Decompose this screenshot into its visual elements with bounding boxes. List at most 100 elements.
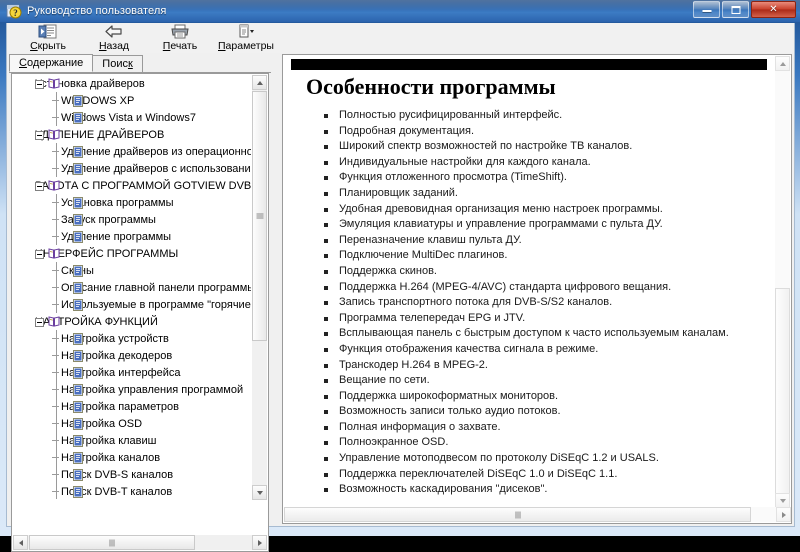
collapse-toggle-icon[interactable] bbox=[35, 131, 44, 140]
tree-item[interactable]: Настройка управления программой bbox=[13, 381, 251, 398]
tree-item[interactable]: Настройка декодеров bbox=[13, 347, 251, 364]
bullet-square-icon bbox=[324, 457, 328, 462]
tree-item[interactable]: Установка драйверов bbox=[13, 75, 251, 92]
tree-item[interactable]: Windows Vista и Windows7 bbox=[13, 109, 251, 126]
tree-vertical-scrollbar[interactable] bbox=[252, 75, 267, 500]
tree-scroll-down-button[interactable] bbox=[252, 485, 267, 500]
tree-item-label: Используемые в программе "горячие к bbox=[61, 298, 251, 311]
tree-scroll-right-button[interactable] bbox=[252, 535, 267, 550]
tree-scroll-up-button[interactable] bbox=[252, 75, 267, 90]
content-scroll-right-button[interactable] bbox=[776, 507, 791, 522]
close-button[interactable]: ✕ bbox=[751, 1, 796, 18]
content-horizontal-scrollbar[interactable] bbox=[284, 507, 791, 522]
content-vertical-scrollbar[interactable] bbox=[775, 56, 790, 508]
tree-item[interactable]: WINDOWS XP bbox=[13, 92, 251, 109]
toolbar-button-hide[interactable]: Скрыть bbox=[15, 23, 81, 54]
tree-item[interactable]: Удаление драйверов из операционной bbox=[13, 143, 251, 160]
chevron-up-icon bbox=[256, 80, 263, 85]
tree-item[interactable]: ИНТЕРФЕЙС ПРОГРАММЫ bbox=[13, 245, 251, 262]
tree-item[interactable]: Запуск программы bbox=[13, 211, 251, 228]
content-hscroll-thumb[interactable] bbox=[284, 507, 751, 522]
tree-item[interactable]: РАБОТА С ПРОГРАММОЙ GOTVIEW DVB bbox=[13, 177, 251, 194]
tree-connector-line bbox=[52, 270, 59, 271]
bullet-square-icon bbox=[324, 394, 328, 399]
feature-list-item: Подключение MultiDec плагинов. bbox=[324, 248, 774, 264]
collapse-toggle-icon[interactable] bbox=[35, 318, 44, 327]
tree-item[interactable]: Установка программы bbox=[13, 194, 251, 211]
toolbar-button-print[interactable]: Печать bbox=[147, 23, 213, 54]
collapse-toggle-icon[interactable] bbox=[35, 80, 44, 89]
feature-list-item-text: Поддержка переключателей DiSEqC 1.0 и Di… bbox=[339, 467, 618, 480]
maximize-button[interactable] bbox=[722, 1, 749, 18]
tree-item[interactable]: Настройка OSD bbox=[13, 415, 251, 432]
minimize-icon bbox=[702, 10, 711, 12]
page-icon bbox=[73, 231, 83, 243]
tree-item-label: Удаление драйверов из операционной bbox=[61, 145, 251, 158]
window-titlebar[interactable]: ? Руководство пользователя ✕ bbox=[0, 0, 800, 22]
tree-item[interactable]: Настройка каналов bbox=[13, 449, 251, 466]
bullet-square-icon bbox=[324, 347, 328, 352]
content-scroll-up-button[interactable] bbox=[775, 56, 790, 71]
tree-item[interactable]: Поиск DVB-T каналов bbox=[13, 483, 251, 499]
tree-connector-line bbox=[52, 423, 59, 424]
feature-list-item-text: Эмуляция клавиатуры и управление програм… bbox=[339, 218, 663, 231]
tree-item[interactable]: Поиск DVB-S каналов bbox=[13, 466, 251, 483]
tree-connector-line bbox=[52, 117, 59, 118]
minimize-button[interactable] bbox=[693, 1, 720, 18]
bullet-square-icon bbox=[324, 254, 328, 259]
feature-list-item: Планировщик заданий. bbox=[324, 186, 774, 202]
maximize-icon bbox=[731, 5, 740, 14]
bullet-square-icon bbox=[324, 425, 328, 430]
tree-item[interactable]: Настройка клавиш bbox=[13, 432, 251, 449]
tree-item[interactable]: Скины bbox=[13, 262, 251, 279]
feature-list: Полностью русифицированный интерфейс. Под… bbox=[324, 108, 774, 498]
toolbar-button-options[interactable]: Параметры bbox=[213, 23, 279, 54]
tree-item[interactable]: Удаление драйверов с использование bbox=[13, 160, 251, 177]
tree-item[interactable]: Удаление программы bbox=[13, 228, 251, 245]
pane-splitter[interactable] bbox=[273, 54, 281, 524]
toolbar-label-print: Печать bbox=[162, 40, 198, 52]
feature-list-item: Переназначение клавиш пульта ДУ. bbox=[324, 233, 774, 249]
feature-list-item: Полная информация о захвате. bbox=[324, 420, 774, 436]
tree-item[interactable]: Используемые в программе "горячие к bbox=[13, 296, 251, 313]
feature-list-item: Возможность каскадирования "дисеков". bbox=[324, 482, 774, 498]
toolbar-label-hide: Скрыть bbox=[30, 40, 66, 52]
tree-horizontal-scrollbar[interactable] bbox=[13, 535, 267, 550]
tree-scroll-thumb[interactable] bbox=[252, 91, 267, 341]
tree-hscroll-thumb[interactable] bbox=[29, 535, 195, 550]
collapse-toggle-icon[interactable] bbox=[35, 182, 44, 191]
tree-item[interactable]: Настройка интерфейса bbox=[13, 364, 251, 381]
book-icon bbox=[48, 180, 60, 191]
feature-list-item-text: Переназначение клавиш пульта ДУ. bbox=[339, 233, 522, 246]
tree-item-label: WINDOWS XP bbox=[61, 94, 135, 107]
chevron-left-icon bbox=[18, 539, 23, 546]
collapse-toggle-icon[interactable] bbox=[35, 250, 44, 259]
tree-item[interactable]: УДАЛЕНИЕ ДРАЙВЕРОВ bbox=[13, 126, 251, 143]
tree-scroll-thumb-grip bbox=[256, 213, 263, 219]
tree-connector-line bbox=[52, 389, 59, 390]
toolbar-label-back: Назад bbox=[98, 40, 130, 52]
content-scroll-down-button[interactable] bbox=[775, 493, 790, 508]
contents-tree[interactable]: Установка драйверов WINDOWS XP Windows Vis… bbox=[13, 75, 251, 499]
tab-contents[interactable]: Содержание bbox=[9, 54, 94, 72]
tree-connector-line bbox=[52, 304, 59, 305]
bullet-square-icon bbox=[324, 410, 328, 415]
tree-scroll-left-button[interactable] bbox=[13, 535, 28, 550]
feature-list-item-text: Подключение MultiDec плагинов. bbox=[339, 249, 508, 262]
toolbar-button-back[interactable]: Назад bbox=[81, 23, 147, 54]
page-icon bbox=[73, 214, 83, 226]
page-icon bbox=[73, 435, 83, 447]
bullet-square-icon bbox=[324, 285, 328, 290]
tab-search[interactable]: Поиск bbox=[92, 55, 143, 72]
feature-list-item-text: Запись транспортного потока для DVB-S/S2… bbox=[339, 296, 613, 309]
tree-connector-line bbox=[52, 100, 59, 101]
client-area: Скрыть Назад Печать Параметры Содержание… bbox=[6, 23, 795, 552]
content-scroll-thumb[interactable] bbox=[775, 288, 790, 502]
tree-item[interactable]: Описание главной панели программы bbox=[13, 279, 251, 296]
tree-item[interactable]: НАСТРОЙКА ФУНКЦИЙ bbox=[13, 313, 251, 330]
tree-item[interactable]: Настройка параметров bbox=[13, 398, 251, 415]
bullet-square-icon bbox=[324, 160, 328, 165]
toolbar: Скрыть Назад Печать Параметры bbox=[7, 23, 794, 53]
feature-list-item-text: Поддержка H.264 (MPEG-4/AVC) стандарта ц… bbox=[339, 280, 672, 293]
tree-item[interactable]: Настройка устройств bbox=[13, 330, 251, 347]
